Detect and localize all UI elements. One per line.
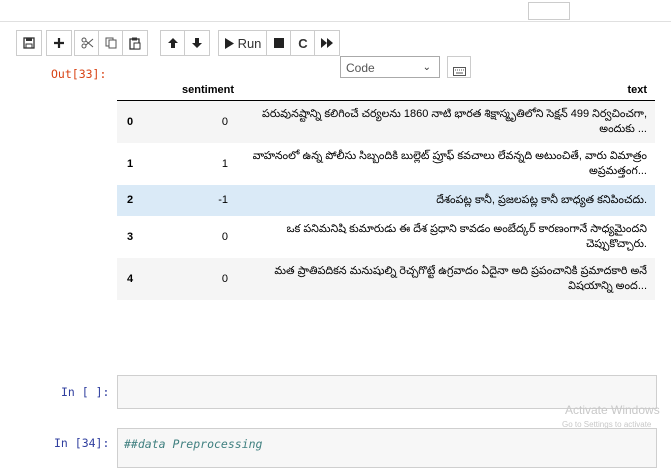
arrow-down-icon (191, 37, 203, 49)
chevron-down-icon: ⌄ (422, 62, 431, 73)
run-button[interactable]: Run (218, 30, 267, 56)
table-row: 4 0 మత ప్రాతిపదికన మనుషుల్ని రెచ్చగొట్టే… (117, 257, 655, 300)
move-up-button[interactable] (160, 30, 185, 56)
row-index: 2 (127, 194, 134, 206)
move-down-button[interactable] (184, 30, 210, 56)
code-text: ##data Preprocessing (124, 437, 263, 451)
row-index: 4 (127, 272, 134, 285)
arrow-up-icon (167, 37, 179, 49)
sentiment-cell: 0 (221, 272, 228, 285)
run-label: Run (237, 35, 262, 51)
table-row: 3 0 ఒక పనిమనిషి కుమారుడు ఈ దేశ ప్రధాని క… (117, 216, 655, 258)
cut-button[interactable] (74, 30, 99, 56)
output-prompt: Out[33]: (51, 67, 107, 81)
copy-icon (105, 37, 117, 49)
text-cell: దేశంపట్ల కానీ, ప్రజలపట్ల కానీ బాధ్యత కని… (436, 193, 647, 206)
paste-icon (129, 37, 141, 50)
kernel-indicator (528, 2, 570, 20)
activate-windows-title: Activate Windows (565, 403, 660, 417)
input-prompt: In [ ]: (61, 385, 110, 399)
fast-forward-icon (321, 38, 333, 48)
restart-button[interactable]: C (290, 30, 315, 56)
menu-strip (0, 0, 671, 22)
paste-button[interactable] (122, 30, 148, 56)
table-row: 0 0 పరువునష్టాన్ని కలిగించే చర్యలను 1860… (117, 100, 655, 143)
sentiment-cell: 0 (221, 115, 228, 128)
command-palette-button[interactable] (447, 56, 471, 78)
text-cell: వాహనంలో ఉన్న పోలీసు సిబ్బందికి బుల్లెట్ … (252, 149, 647, 177)
table-row: 1 1 వాహనంలో ఉన్న పోలీసు సిబ్బందికి బుల్ల… (117, 143, 655, 185)
sentiment-cell: 0 (221, 230, 228, 243)
interrupt-button[interactable] (266, 30, 291, 56)
text-cell: మత ప్రాతిపదికన మనుషుల్ని రెచ్చగొట్టే ఉగ్… (274, 264, 647, 292)
dataframe-table: sentiment text 0 0 పరువునష్టాన్ని కలిగిం… (117, 80, 655, 300)
menu-divider (0, 21, 671, 22)
code-cell-editor[interactable]: ##data Preprocessing (117, 428, 657, 468)
row-index: 0 (127, 115, 134, 128)
text-cell: పరువునష్టాన్ని కలిగించే చర్యలను 1860 నాట… (262, 107, 647, 135)
save-icon (23, 37, 35, 49)
save-button[interactable] (16, 30, 42, 56)
scissors-icon (81, 37, 94, 49)
input-prompt: In [34]: (54, 436, 110, 450)
sentiment-cell: 1 (221, 157, 228, 170)
keyboard-icon (453, 63, 466, 81)
table-row-highlighted: 2 -1 దేశంపట్ల కానీ, ప్రజలపట్ల కానీ బాధ్య… (117, 184, 655, 216)
restart-icon: C (298, 35, 308, 51)
copy-button[interactable] (98, 30, 123, 56)
notebook-toolbar: Run C Code ⌄ (0, 26, 671, 78)
play-icon (224, 37, 234, 49)
run-all-button[interactable] (314, 30, 340, 56)
row-index: 3 (127, 230, 134, 243)
column-header-text: text (242, 80, 655, 101)
column-header-index (117, 80, 165, 101)
insert-cell-button[interactable] (46, 30, 72, 56)
sentiment-cell: -1 (218, 194, 228, 206)
row-index: 1 (127, 157, 134, 170)
column-header-sentiment: sentiment (165, 80, 242, 101)
stop-icon (274, 38, 284, 48)
text-cell: ఒక పనిమనిషి కుమారుడు ఈ దేశ ప్రధాని కావడం… (286, 222, 647, 250)
cell-type-select[interactable]: Code ⌄ (340, 56, 440, 78)
cell-type-value: Code (346, 61, 375, 75)
table-header-row: sentiment text (117, 80, 655, 101)
plus-icon (53, 37, 65, 49)
